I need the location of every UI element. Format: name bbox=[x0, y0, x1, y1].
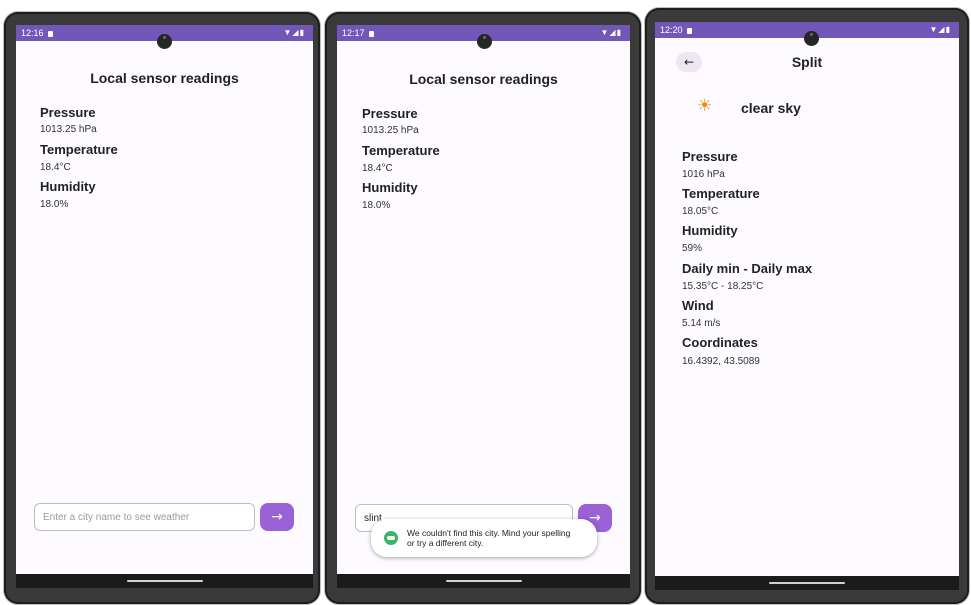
signal-battery-icon: ▼◢▮ bbox=[600, 28, 622, 37]
screen-2: 12:17 ▼◢▮ Local sensor readings Pressure… bbox=[337, 25, 630, 588]
camera-cutout bbox=[157, 34, 172, 49]
error-toast: We couldn't find this city. Mind your sp… bbox=[371, 519, 597, 557]
pressure-value: 1013.25 hPa bbox=[40, 124, 97, 135]
daily-min-max-value: 15.35°C - 18.25°C bbox=[682, 281, 764, 292]
humidity-value: 59% bbox=[682, 243, 703, 254]
toast-message: We couldn't find this city. Mind your sp… bbox=[407, 528, 571, 548]
screen-1: 12:16 ▼◢▮ Local sensor readings Pressure… bbox=[16, 25, 313, 588]
signal-battery-icon: ▼◢▮ bbox=[283, 28, 305, 37]
phone-frame-1: 12:16 ▼◢▮ Local sensor readings Pressure… bbox=[4, 12, 320, 604]
pressure-value: 1013.25 hPa bbox=[362, 125, 419, 136]
page-title: Split bbox=[791, 54, 823, 70]
temperature-value: 18.4°C bbox=[40, 162, 71, 173]
temperature-value: 18.05°C bbox=[682, 206, 719, 217]
humidity-label: Humidity bbox=[362, 180, 418, 195]
camera-cutout bbox=[477, 34, 492, 49]
daily-min-max-label: Daily min - Daily max bbox=[682, 261, 813, 276]
pressure-value: 1016 hPa bbox=[682, 169, 725, 180]
search-go-button[interactable]: → bbox=[260, 503, 294, 531]
temperature-value: 18.4°C bbox=[362, 163, 393, 174]
coordinates-label: Coordinates bbox=[682, 335, 758, 350]
pressure-label: Pressure bbox=[362, 106, 418, 121]
wind-label: Wind bbox=[682, 298, 714, 313]
status-time: 12:20 bbox=[660, 22, 692, 38]
humidity-value: 18.0% bbox=[40, 199, 69, 210]
nav-bar bbox=[655, 576, 959, 590]
home-handle[interactable] bbox=[445, 580, 522, 582]
phone-frame-2: 12:17 ▼◢▮ Local sensor readings Pressure… bbox=[325, 12, 641, 604]
humidity-value: 18.0% bbox=[362, 200, 391, 211]
home-handle[interactable] bbox=[126, 580, 203, 582]
pressure-label: Pressure bbox=[40, 105, 96, 120]
wind-value: 5.14 m/s bbox=[682, 318, 721, 329]
humidity-label: Humidity bbox=[682, 223, 738, 238]
sd-card-icon bbox=[686, 28, 692, 34]
condition-label: clear sky bbox=[741, 100, 801, 116]
page-title: Local sensor readings bbox=[409, 71, 558, 87]
nav-bar bbox=[16, 574, 313, 588]
pressure-label: Pressure bbox=[682, 149, 738, 164]
signal-battery-icon: ▼◢▮ bbox=[929, 25, 951, 34]
sd-card-icon bbox=[47, 31, 53, 37]
city-search-input[interactable] bbox=[34, 503, 255, 531]
screen-3: 12:20 ▼◢▮ ← Split ☀ clear sky Pressure 1… bbox=[655, 22, 959, 590]
status-time: 12:17 bbox=[342, 25, 374, 41]
info-icon bbox=[384, 531, 398, 545]
coordinates-value: 16.4392, 43.5089 bbox=[682, 356, 760, 367]
status-time: 12:16 bbox=[21, 25, 53, 41]
nav-bar bbox=[337, 574, 630, 588]
temperature-label: Temperature bbox=[40, 142, 118, 157]
temperature-label: Temperature bbox=[682, 186, 760, 201]
sd-card-icon bbox=[368, 31, 374, 37]
humidity-label: Humidity bbox=[40, 179, 96, 194]
home-handle[interactable] bbox=[769, 582, 845, 584]
sun-icon: ☀ bbox=[697, 96, 713, 116]
camera-cutout bbox=[804, 31, 819, 46]
phone-frame-3: 12:20 ▼◢▮ ← Split ☀ clear sky Pressure 1… bbox=[645, 8, 969, 604]
page-title: Local sensor readings bbox=[90, 70, 239, 86]
temperature-label: Temperature bbox=[362, 143, 440, 158]
